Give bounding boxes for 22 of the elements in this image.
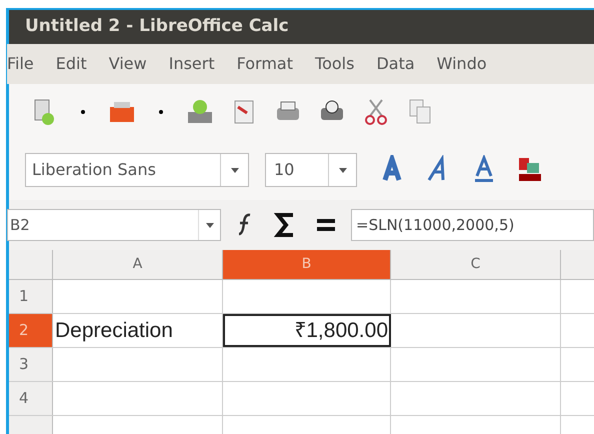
- formula-input-field[interactable]: =SLN(11000,2000,5): [351, 209, 594, 241]
- menu-item[interactable]: Data: [376, 52, 415, 76]
- row-header[interactable]: 4: [9, 382, 53, 415]
- dropdown-arrow-icon[interactable]: [230, 168, 238, 172]
- number-cell[interactable]: ₹1,800.00: [223, 314, 391, 347]
- text-cell[interactable]: Depreciation: [53, 314, 223, 347]
- font-size-field[interactable]: 10: [265, 153, 357, 187]
- menu-item[interactable]: Format: [236, 52, 294, 76]
- row-header[interactable]: 3: [9, 348, 53, 381]
- dropdown-arrow-icon[interactable]: [338, 168, 346, 172]
- window-title: Untitled 2 - LibreOffice Calc: [25, 15, 289, 38]
- menu-item[interactable]: File: [7, 52, 34, 76]
- name-box-field[interactable]: B2: [7, 209, 221, 241]
- font-name-field[interactable]: Liberation Sans: [25, 153, 249, 187]
- column-header[interactable]: C: [391, 250, 561, 279]
- menu-item[interactable]: Insert: [168, 52, 215, 76]
- menu-item[interactable]: Edit: [56, 52, 87, 76]
- menu-item[interactable]: View: [108, 52, 147, 76]
- row-header[interactable]: 1: [9, 280, 53, 313]
- dropdown-arrow-icon[interactable]: [206, 222, 214, 228]
- menu-item[interactable]: Windo: [436, 52, 487, 76]
- menu-item[interactable]: Tools: [315, 52, 354, 76]
